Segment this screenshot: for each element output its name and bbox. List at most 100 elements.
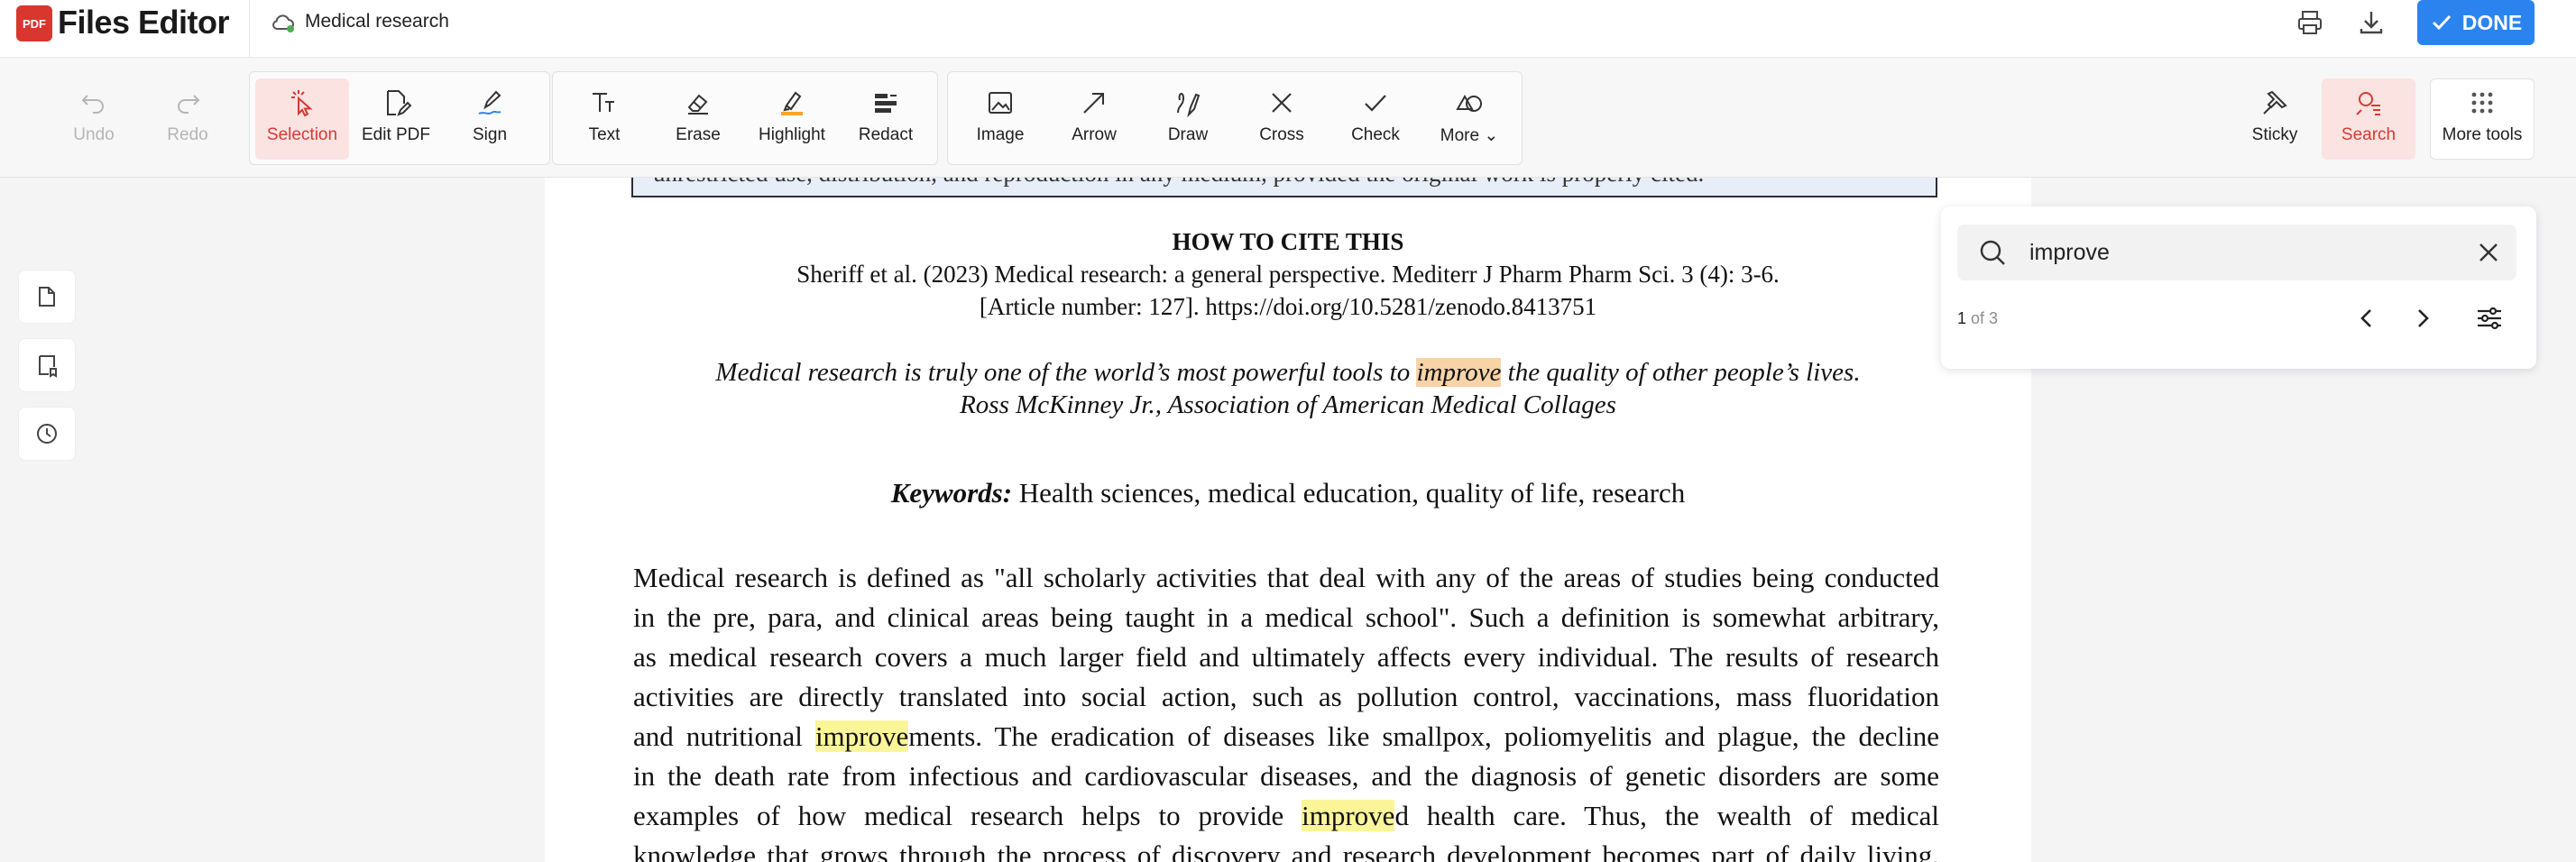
topbar-divider (249, 0, 250, 58)
more-tools-button[interactable]: More tools (2435, 78, 2529, 160)
license-text: unrestricted use, distribution, and repr… (653, 178, 1704, 188)
arrow-tool[interactable]: Arrow (1047, 78, 1141, 160)
checkmark-icon (1365, 95, 1386, 112)
history-icon (37, 424, 57, 444)
citation-line: Sheriff et al. (2023) Medical research: … (796, 261, 1780, 288)
cross-label: Cross (1259, 125, 1304, 144)
edit-document-icon (387, 90, 411, 116)
check-icon (2432, 14, 2451, 31)
undo-icon (81, 95, 104, 114)
more-tools-label: More tools (2442, 125, 2523, 144)
redo-icon (178, 95, 200, 114)
redo-button[interactable]: Redo (141, 78, 235, 160)
search-icon (1980, 240, 2005, 265)
sticky-label: Sticky (2251, 125, 2298, 144)
redact-icon (875, 94, 897, 113)
highlighter-icon (781, 91, 803, 115)
redact-tool[interactable]: Redact (839, 78, 933, 160)
draw-icon (1177, 93, 1201, 118)
edit-pdf-label: Edit PDF (361, 125, 431, 144)
more-shapes-tool[interactable]: More ⌄ (1422, 78, 1516, 160)
undo-label: Undo (73, 125, 115, 144)
sign-tool[interactable]: Sign (443, 78, 537, 160)
image-icon (989, 92, 1012, 114)
chevron-left-icon[interactable] (2351, 302, 2383, 335)
search-input[interactable] (2029, 234, 2444, 271)
body-line: in the death rate from infectious and ca… (633, 760, 1939, 792)
search-match-current: improve (1416, 358, 1502, 387)
search-match: improve (814, 720, 909, 752)
image-tool[interactable]: Image (953, 78, 1047, 160)
body-line: in the pre, para, and clinical areas bei… (633, 601, 1939, 633)
pdf-page[interactable]: unrestricted use, distribution, and repr… (545, 178, 2031, 862)
epigraph-author: Ross McKinney Jr., Association of Americ… (960, 390, 1616, 419)
body-line: activities are directly translated into … (633, 681, 1939, 712)
sign-label: Sign (472, 125, 508, 144)
edit-pdf-tool[interactable]: Edit PDF (349, 78, 443, 160)
close-icon[interactable] (2475, 239, 2502, 266)
print-icon[interactable] (2295, 7, 2325, 38)
pen-sign-icon (478, 90, 501, 115)
cloud-saved-icon (272, 14, 294, 32)
search-match: improve (1302, 800, 1395, 831)
keywords-line: Keywords: Health sciences, medical educa… (890, 477, 1686, 509)
pin-icon (2263, 90, 2287, 115)
bookmarks-panel-button[interactable] (18, 338, 76, 392)
chevron-right-icon[interactable] (2406, 302, 2439, 335)
selection-label: Selection (266, 125, 338, 144)
search-panel: 1 of 3 (1941, 206, 2536, 369)
body-line: as medical research covers a much larger… (633, 641, 1939, 673)
license-box: unrestricted use, distribution, and repr… (631, 178, 1937, 197)
search-tool[interactable]: Search (2322, 78, 2415, 160)
selection-tool[interactable]: Selection (255, 78, 349, 160)
download-icon[interactable] (2356, 7, 2387, 38)
app-title: Files Editor (58, 4, 230, 41)
grid-dots-icon (2471, 92, 2493, 114)
search-label: Search (2341, 125, 2397, 144)
check-label: Check (1351, 125, 1400, 144)
erase-label: Erase (676, 125, 721, 144)
eraser-icon (687, 94, 708, 115)
text-icon (593, 93, 614, 112)
undo-button[interactable]: Undo (47, 78, 141, 160)
arrow-icon (1083, 93, 1104, 114)
text-label: Text (588, 125, 621, 144)
search-result-count: 1 of 3 (1957, 309, 1999, 327)
done-button[interactable]: DONE (2417, 0, 2535, 45)
redo-label: Redo (167, 125, 208, 144)
search-box (1957, 225, 2516, 280)
body-line: and nutritional improvements. The eradic… (633, 720, 1939, 752)
cross-tool[interactable]: Cross (1235, 78, 1329, 160)
bookmark-icon (39, 355, 57, 378)
cross-icon (1272, 93, 1292, 113)
highlight-tool[interactable]: Highlight (745, 78, 839, 160)
redact-label: Redact (858, 125, 914, 144)
image-label: Image (976, 125, 1025, 144)
document-name[interactable]: Medical research (305, 11, 449, 32)
shapes-icon (1456, 94, 1482, 112)
pdf-logo-icon: PDF (16, 5, 52, 41)
text-tool[interactable]: Text (557, 78, 651, 160)
more-label: More ⌄ (1440, 126, 1499, 145)
check-tool[interactable]: Check (1329, 78, 1422, 160)
pages-panel-button[interactable] (18, 270, 76, 324)
chevron-down-icon: ⌄ (1484, 126, 1499, 145)
arrow-label: Arrow (1072, 125, 1117, 144)
search-text-icon (2356, 92, 2380, 115)
erase-tool[interactable]: Erase (651, 78, 745, 160)
sticky-tool[interactable]: Sticky (2228, 78, 2322, 160)
history-panel-button[interactable] (18, 407, 76, 461)
toolbar: Undo Redo Selection Edit PDF Sign Text E… (0, 59, 2576, 178)
body-line: Medical research is defined as "all scho… (633, 562, 1939, 593)
cursor-click-icon (291, 90, 313, 117)
body-line: knowledge that grows through the process… (633, 839, 1939, 862)
draw-tool[interactable]: Draw (1141, 78, 1235, 160)
filter-settings-icon[interactable] (2473, 302, 2506, 335)
epigraph-quote: Medical research is truly one of the wor… (715, 358, 1861, 387)
done-label: DONE (2461, 10, 2523, 34)
highlight-label: Highlight (759, 125, 825, 144)
cite-heading: HOW TO CITE THIS (1172, 228, 1404, 255)
draw-label: Draw (1167, 125, 1209, 144)
top-bar: PDF Files Editor Medical research DONE (0, 0, 2576, 58)
citation-doi-line: [Article number: 127]. https://doi.org/1… (979, 293, 1597, 320)
